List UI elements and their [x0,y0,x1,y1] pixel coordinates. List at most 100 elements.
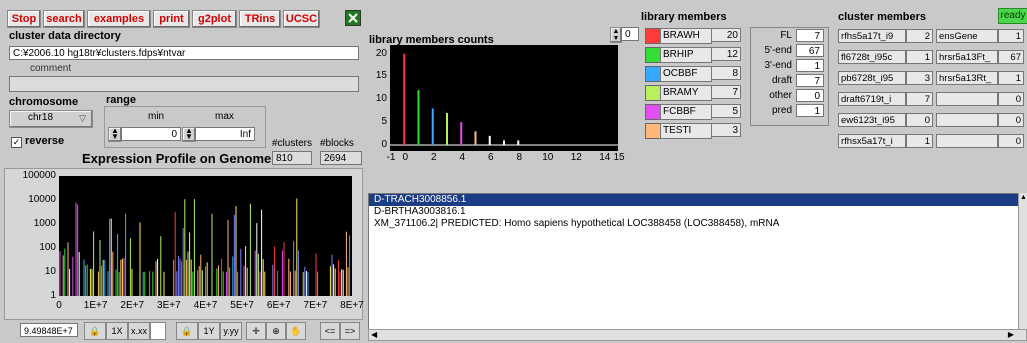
library-member-count: 12 [711,47,741,61]
library-member-row[interactable]: TESTI 3 [645,123,745,139]
cursor-value-field[interactable]: 9.49848E+7 [20,323,78,337]
library-color-swatch [645,66,661,82]
chevron-down-icon: ▽ [79,113,86,123]
clusters-label: #clusters [272,138,313,149]
max-field[interactable]: Inf [195,127,255,141]
genome-y-tick-label: 1000 [33,218,56,229]
lib-count-bar [446,113,448,145]
min-field[interactable]: 0 [121,127,181,141]
max-spinner[interactable]: ▲ ▼ [182,127,196,142]
lib-x-tick-label: -1 [386,152,396,163]
cluster-member-name[interactable]: draft6719t_i [838,92,906,106]
lib-x-tick-label: 4 [459,152,466,163]
zoom-icon[interactable]: ⊕ [266,322,286,340]
lock-icon[interactable]: 🔒 [84,322,106,340]
library-member-name: OCBBF [660,66,712,82]
library-color-swatch [645,47,661,63]
print-button[interactable]: print [153,10,190,28]
genome-y-tick-label: 10 [44,266,56,277]
min-spinner[interactable]: ▲ ▼ [108,127,122,142]
details-vscrollbar[interactable]: ▲ [1018,193,1027,329]
examples-button[interactable]: examples [87,10,151,28]
trins-button[interactable]: TRins [239,10,281,28]
details-selected-item[interactable]: D-TRACH3008856.1 [369,194,1019,206]
stat-label: pred [771,105,792,116]
lib-y-tick-label: 10 [375,93,387,105]
scroll-left-icon[interactable]: ◀ [371,330,377,339]
x-scale-icon[interactable]: 1X [106,322,128,340]
genome-y-tick-label: 100000 [22,170,56,181]
cluster-member-count: 0 [906,113,933,127]
lib-count-bar [403,53,406,145]
cluster-member-name[interactable] [936,113,998,127]
lib-y-tick-label: 0 [381,139,387,150]
stat-label: FL [780,30,792,41]
lib-counts-plot-area [390,45,618,151]
scroll-up-icon[interactable]: ▲ [1019,193,1027,203]
ucsc-button[interactable]: UCSC [283,10,320,28]
genome-profile-chart [59,198,351,296]
cluster-dir-field[interactable]: C:¥2006.10 hg18tr¥clusters.fdps¥ntvar [9,46,359,60]
cluster-member-count: 1 [998,71,1024,85]
library-member-row[interactable]: BRAWH 20 [645,28,745,44]
library-member-row[interactable]: BRAMY 7 [645,85,745,101]
y-format-icon[interactable]: y.yy [220,322,242,340]
cluster-member-name[interactable]: fl6728t_i95c [838,50,906,64]
lib-count-bar [417,90,420,145]
genome-x-tick-label: 0 [56,300,62,311]
stop-button[interactable]: Stop [7,10,41,28]
cluster-member-name[interactable]: hrsr5a13Rt_ [936,71,998,85]
ready-indicator: ready [998,8,1027,24]
cluster-member-count: 1 [906,134,933,148]
cluster-member-name[interactable]: rfhs5a17t_i9 [838,29,906,43]
cluster-member-count: 0 [998,134,1024,148]
library-member-row[interactable]: OCBBF 8 [645,66,745,82]
comment-field[interactable] [9,76,359,92]
excel-icon[interactable] [345,10,361,26]
lib-x-tick-label: 6 [487,152,494,163]
lib-x-tick-label: 15 [613,152,625,163]
nav-next-button[interactable]: => [340,322,360,340]
scroll-right-icon[interactable]: ▶ [1008,330,1014,339]
lib-count-bar [474,131,477,145]
reverse-checkbox[interactable]: ✓ [11,137,22,148]
blocks-count: 2694 [320,151,362,165]
cluster-members-title: cluster members [838,11,927,23]
cluster-member-name[interactable]: pb6728t_i95 [838,71,906,85]
x-autoscale-toggle[interactable] [150,322,166,340]
lib-y-tick-label: 20 [375,47,387,59]
library-member-row[interactable]: FCBBF 5 [645,104,745,120]
cluster-member-name[interactable]: ensGene [936,29,998,43]
x-format-icon[interactable]: x.xx [128,322,150,340]
chromosome-label: chromosome [9,96,79,108]
details-hscrollbar[interactable]: ◀ ▶ [368,329,1027,341]
cluster-member-name[interactable]: ew6123t_i95 [838,113,906,127]
library-member-count: 7 [711,85,741,99]
details-listbox[interactable]: D-TRACH3008856.1 D-BRTHA3003816.1 XM_3711… [368,193,1020,331]
lib-count-field[interactable]: 0 [621,27,639,41]
crosshair-icon[interactable]: ✛ [246,322,266,340]
pan-hand-icon[interactable]: ✋ [286,322,306,340]
lib-x-tick-label: 2 [430,152,437,163]
genome-plot-area[interactable] [59,176,352,296]
cluster-member-count: 3 [906,71,933,85]
lock-y-icon[interactable]: 🔒 [176,322,198,340]
lib-y-tick-label: 5 [381,116,387,128]
nav-prev-button[interactable]: <= [320,322,340,340]
lib-x-tick-label: 10 [542,152,554,163]
cluster-member-name[interactable]: hrsr5a13Ft_ [936,50,998,64]
cluster-member-name[interactable] [936,92,998,106]
y-scale-icon[interactable]: 1Y [198,322,220,340]
library-member-row[interactable]: BRHIP 12 [645,47,745,63]
chromosome-select[interactable]: chr18 ▽ [9,110,93,128]
genome-y-tick-label: 100 [39,242,56,253]
details-list-item[interactable]: XM_371106.2| PREDICTED: Homo sapiens hyp… [369,218,1019,230]
g2plot-button[interactable]: g2plot [192,10,237,28]
cluster-member-name[interactable] [936,134,998,148]
stat-label: other [769,90,792,101]
library-member-count: 3 [711,123,741,137]
cluster-member-name[interactable]: rfhsx5a17t_i [838,134,906,148]
cluster-member-count: 0 [998,113,1024,127]
details-list-item[interactable]: D-BRTHA3003816.1 [369,206,1019,218]
search-button[interactable]: search [43,10,85,28]
